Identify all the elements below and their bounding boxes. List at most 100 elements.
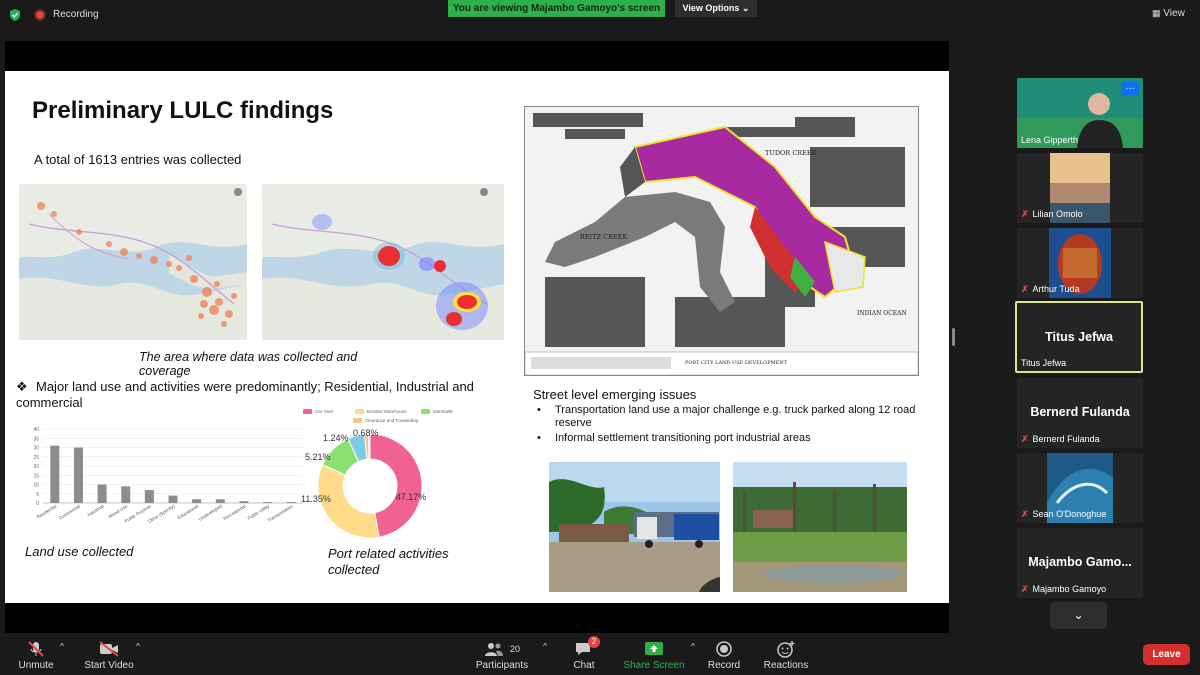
y-tick-label: 10 <box>33 483 39 489</box>
record-icon <box>716 641 732 657</box>
share-screen-label: Share Screen <box>623 660 685 671</box>
x-tick-label: Educational <box>177 504 200 521</box>
participant-tile-lena[interactable]: ⋯ Lena Gipperth <box>1017 78 1143 148</box>
x-tick-label: Recreational <box>222 504 246 522</box>
map-label-reitz: REITZ CREEK <box>580 233 627 241</box>
legend-swatch <box>353 418 362 423</box>
data-label: 11.35% <box>301 494 331 504</box>
participant-name: Lena Gipperth <box>1021 135 1079 145</box>
y-tick-label: 0 <box>36 501 39 507</box>
chat-button[interactable]: Chat 2 <box>566 633 602 671</box>
y-tick-label: 35 <box>33 436 39 442</box>
more-options-icon[interactable]: ⋯ <box>1121 82 1139 96</box>
land-use-label: Land use collected <box>25 544 134 559</box>
view-button[interactable]: ▦ View <box>1152 8 1185 19</box>
legend-swatch <box>303 409 312 414</box>
informal-settlement-photo <box>733 462 907 592</box>
port-activities-label: Port related activities collected <box>328 546 449 577</box>
data-label: 5.21% <box>305 452 331 462</box>
mic-muted-icon: ✗ <box>1021 584 1029 594</box>
x-tick-label: Residential <box>36 504 58 520</box>
y-tick-label: 25 <box>33 455 39 461</box>
map-label-ocean: INDIAN OCEAN <box>857 310 907 317</box>
view-options-button[interactable]: View Options ⌄ <box>675 0 757 17</box>
unmute-label: Unmute <box>18 660 54 671</box>
map-label-tudor: TUDOR CREEK <box>765 149 817 157</box>
participants-icon <box>484 643 503 656</box>
panel-resize-handle[interactable] <box>952 328 955 346</box>
bar <box>168 495 178 503</box>
legend-label: Clearance and Forwarding <box>365 418 419 423</box>
participant-name: ✗ Arthur Tuda <box>1021 284 1080 294</box>
participant-tile-lilian[interactable]: ✗ Lilian Omolo <box>1017 153 1143 223</box>
y-tick-label: 30 <box>33 446 39 452</box>
x-tick-label: Undeveloped <box>198 503 224 522</box>
reactions-label: Reactions <box>763 660 809 671</box>
street-issue-item: • Informal settlement transitioning port … <box>537 432 945 445</box>
participant-name: Titus Jefwa <box>1021 358 1067 368</box>
x-tick-label: Transportation <box>267 503 295 523</box>
participant-tile-majambo[interactable]: Majambo Gamo... ✗ Majambo Gamoyo <box>1017 528 1143 598</box>
y-tick-label: 15 <box>33 473 39 479</box>
bar <box>239 501 249 503</box>
participant-tile-arthur[interactable]: ✗ Arthur Tuda <box>1017 228 1143 298</box>
chat-unread-badge: 2 <box>588 636 600 648</box>
x-tick-label: Other (Specify) <box>147 503 176 524</box>
legend-label: Car Yard <box>315 409 333 414</box>
presentation-slide: Preliminary LULC findings A total of 161… <box>5 71 949 603</box>
view-options-label: View Options <box>682 3 740 13</box>
bar <box>50 445 60 503</box>
participants-options-caret[interactable]: ^ <box>540 642 550 651</box>
bar <box>121 486 131 503</box>
participant-tile-bernerd[interactable]: Bernerd Fulanda ✗ Bernerd Fulanda <box>1017 378 1143 448</box>
mic-muted-icon: ✗ <box>1021 509 1029 519</box>
share-screen-button[interactable]: Share Screen <box>623 633 685 671</box>
share-options-caret[interactable]: ^ <box>688 642 698 651</box>
participant-tile-titus[interactable]: Titus Jefwa Titus Jefwa <box>1015 301 1143 373</box>
mic-muted-icon: ✗ <box>1021 284 1029 294</box>
street-issue-item: • Transportation land use a major challen… <box>537 404 945 430</box>
start-video-button[interactable]: Start Video <box>82 633 136 671</box>
unmute-button[interactable]: Unmute <box>14 633 58 671</box>
video-options-caret[interactable]: ^ <box>133 642 143 651</box>
bar <box>97 484 107 503</box>
mic-muted-icon <box>28 641 44 657</box>
data-label: 47.17% <box>396 492 427 502</box>
reactions-button[interactable]: Reactions <box>763 633 809 671</box>
bar <box>192 499 202 503</box>
bullet-dot-icon: • <box>537 404 541 416</box>
participant-display-name: Titus Jefwa <box>1045 330 1113 344</box>
participant-name: ✗ Majambo Gamoyo <box>1021 584 1107 594</box>
recording-icon <box>34 9 46 21</box>
x-tick-label: Mixed Use <box>108 503 129 519</box>
record-button[interactable]: Record <box>705 633 743 671</box>
participant-tile-sean[interactable]: ✗ Sean O'Donoghue <box>1017 453 1143 523</box>
shield-check-icon[interactable] <box>8 8 22 22</box>
grid-icon: ▦ <box>1152 8 1161 18</box>
chevron-down-icon: ⌄ <box>1073 608 1084 622</box>
scroll-down-button[interactable]: ⌄ <box>1050 602 1107 629</box>
mic-muted-icon: ✗ <box>1021 209 1029 219</box>
participants-count: 20 <box>509 644 520 654</box>
diamond-bullet-icon: ❖ <box>16 379 28 394</box>
slide-title: Preliminary LULC findings <box>32 97 334 124</box>
bar <box>263 502 273 503</box>
chevron-down-icon: ⌄ <box>741 3 750 13</box>
x-tick-label: Commercial <box>58 504 81 521</box>
recording-label: Recording <box>53 9 99 20</box>
leave-button[interactable]: Leave <box>1143 644 1190 665</box>
street-issue-text: Transportation land use a major challeng… <box>555 404 916 429</box>
land-use-bar-chart: 0 5 10 15 20 25 30 35 40 Residential Commercial Ind… <box>33 427 303 524</box>
view-label: View <box>1163 8 1185 19</box>
participants-button[interactable]: 20 Participants <box>474 633 530 671</box>
viewing-banner: You are viewing Majambo Gamoyo's screen <box>448 0 665 17</box>
map-caption: The area where data was collected and co… <box>139 350 358 378</box>
port-activities-donut-chart: Car Yard Bonded Warehouse Marshalling Grou… <box>301 409 453 539</box>
data-label: 0.68% <box>353 428 379 438</box>
audio-options-caret[interactable]: ^ <box>57 642 67 651</box>
legend-label: Marshalling Ground <box>433 409 453 414</box>
start-video-label: Start Video <box>84 660 134 671</box>
participant-name: ✗ Lilian Omolo <box>1021 209 1083 219</box>
mic-muted-icon: ✗ <box>1021 434 1029 444</box>
y-tick-label: 40 <box>33 427 39 433</box>
